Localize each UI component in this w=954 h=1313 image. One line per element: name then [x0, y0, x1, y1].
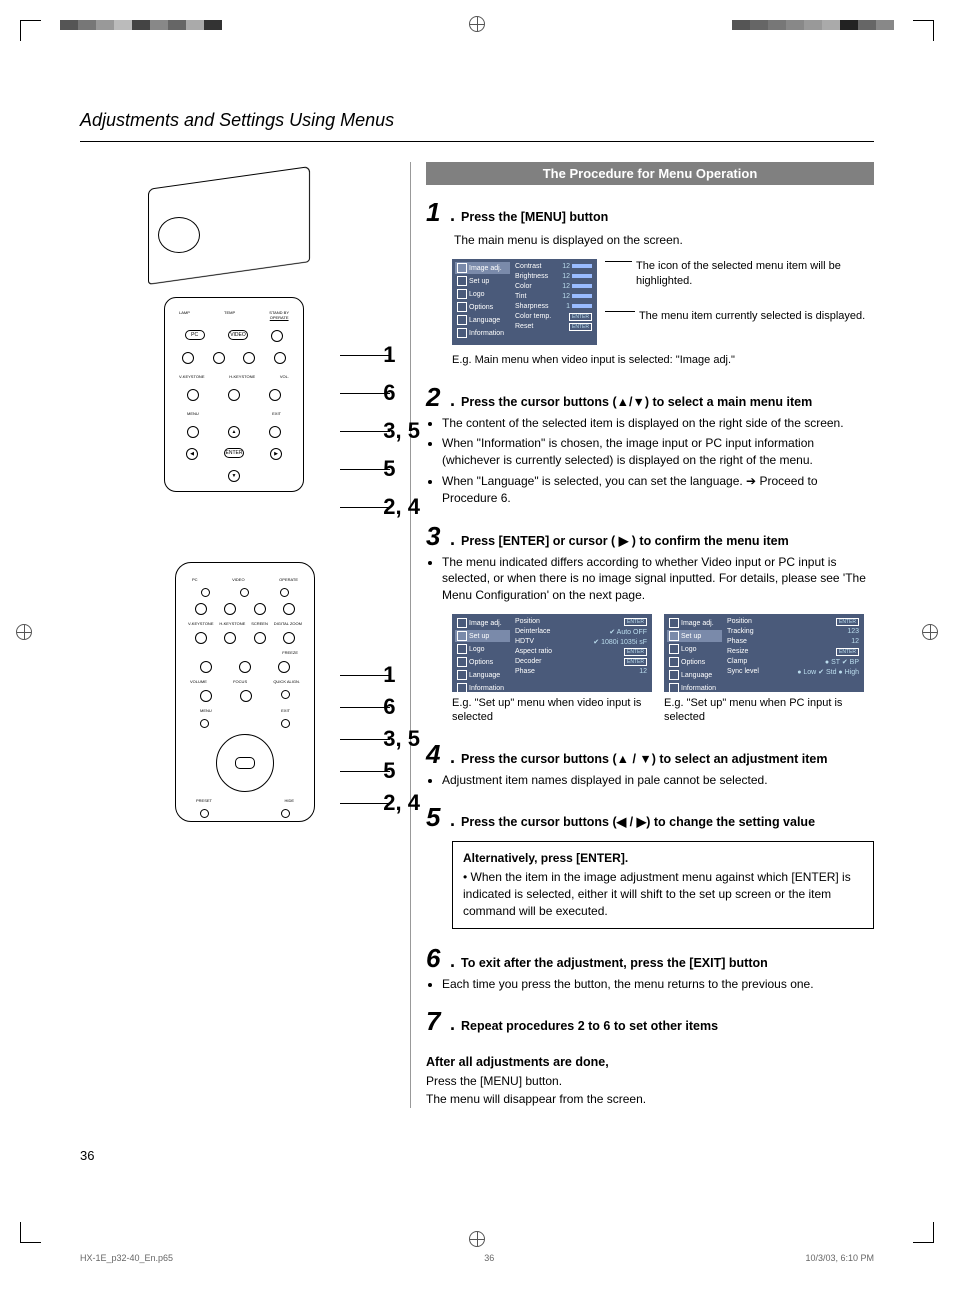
control-panel-illustration: LAMP TEMP STAND BY OPERATE PC VIDEO	[164, 297, 304, 492]
enter-button: ENTER	[224, 448, 244, 458]
section-title: The Procedure for Menu Operation	[426, 162, 874, 185]
left-button: ◀	[186, 448, 198, 460]
panel-callouts: 1 6 3, 5 5 2, 4	[383, 342, 420, 520]
remote-callouts: 1 6 3, 5 5 2, 4	[383, 662, 420, 816]
dpad	[216, 734, 274, 792]
registration-mark-icon	[922, 624, 938, 640]
step-6: 6. To exit after the adjustment, press t…	[426, 943, 874, 993]
setup-video-screenshot: Image adj.Set upLogoOptionsLanguageInfor…	[452, 614, 652, 692]
crop-mark-br	[913, 1222, 934, 1243]
projector-illustration: LAMP TEMP STAND BY OPERATE PC VIDEO	[130, 162, 360, 492]
right-button: ▶	[270, 448, 282, 460]
column-divider	[410, 162, 411, 1108]
pointer-note-1: The icon of the selected menu item will …	[636, 259, 874, 289]
up-button: ▲	[228, 426, 240, 438]
video-button: VIDEO	[228, 330, 248, 340]
step-5: 5. Press the cursor buttons (◀ / ▶) to c…	[426, 802, 874, 928]
step-2: 2. Press the cursor buttons (▲/▼) to sel…	[426, 382, 874, 507]
after-title: After all adjustments are done,	[426, 1055, 874, 1069]
after-body: Press the [MENU] button. The menu will d…	[426, 1073, 874, 1108]
pc-button: PC	[185, 330, 205, 340]
setup-pc-screenshot: Image adj.Set upLogoOptionsLanguageInfor…	[664, 614, 864, 692]
main-menu-screenshot: Image adj.Set upLogoOptionsLanguageInfor…	[452, 259, 597, 345]
registration-mark-icon	[469, 1231, 485, 1247]
header-rule	[80, 141, 874, 142]
step-1: 1. Press the [MENU] button The main menu…	[426, 197, 874, 368]
crop-mark-tr	[913, 20, 934, 41]
down-button: ▼	[228, 470, 240, 482]
step-3: 3. Press [ENTER] or cursor ( ▶ ) to conf…	[426, 521, 874, 725]
remote-illustration: PC VIDEO OPERATE	[175, 562, 315, 822]
crop-mark-bl	[20, 1222, 41, 1243]
registration-mark-icon	[16, 624, 32, 640]
color-bar	[60, 20, 222, 30]
setup-pc-caption: E.g. "Set up" menu when PC input is sele…	[664, 696, 864, 725]
setup-video-caption: E.g. "Set up" menu when video input is s…	[452, 696, 652, 725]
page-header: Adjustments and Settings Using Menus	[80, 110, 874, 137]
remote-illustration-wrap: PC VIDEO OPERATE	[130, 562, 360, 822]
footer: HX-1E_p32-40_En.p65 36 10/3/03, 6:10 PM	[0, 1253, 954, 1263]
step-4: 4. Press the cursor buttons (▲ / ▼) to s…	[426, 739, 874, 789]
alternative-box: Alternatively, press [ENTER]. • When the…	[452, 841, 874, 928]
step-7: 7. Repeat procedures 2 to 6 to set other…	[426, 1006, 874, 1037]
page-number: 36	[80, 1148, 874, 1163]
main-menu-caption: E.g. Main menu when video input is selec…	[452, 353, 874, 367]
crop-mark-tl	[20, 20, 41, 41]
registration-mark-icon	[469, 16, 485, 32]
pointer-note-2: The menu item currently selected is disp…	[639, 309, 865, 324]
color-bar	[732, 20, 894, 30]
menu-button	[271, 330, 283, 342]
